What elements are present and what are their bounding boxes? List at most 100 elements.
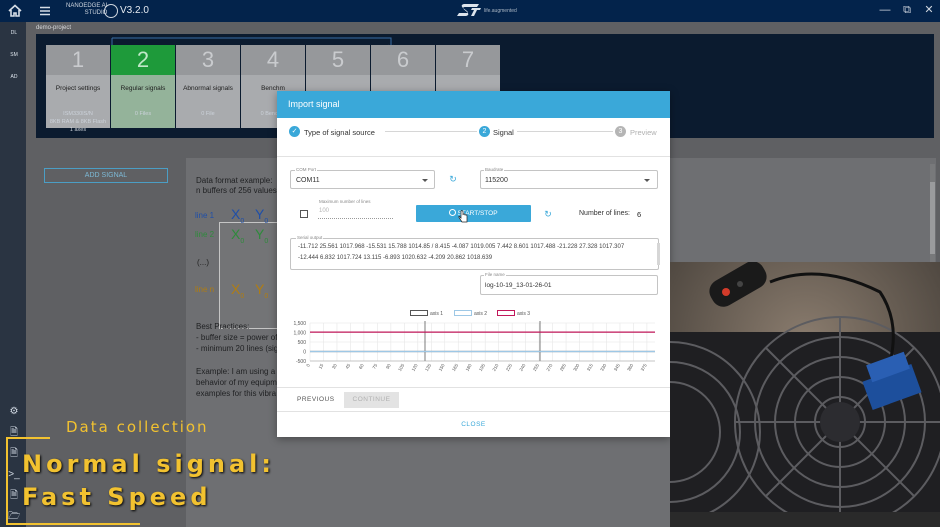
x-symbol: X	[231, 281, 241, 297]
x-tick-label: 120	[411, 363, 419, 372]
step1-axes: 1 axes	[69, 127, 87, 133]
x0-linen: X0	[231, 281, 244, 300]
restore-icon[interactable]: ⧉	[900, 3, 914, 17]
x-tick-label: 315	[586, 363, 594, 372]
x-tick-label: 240	[518, 363, 526, 372]
brand-logo-icon	[104, 4, 118, 18]
subscript: 0	[240, 217, 245, 225]
y-symbol: Y	[255, 281, 265, 297]
x-symbol: X	[231, 206, 241, 222]
app-version: V3.2.0	[120, 5, 149, 16]
x-tick-label: 15	[318, 363, 325, 370]
x-tick-label: 255	[532, 363, 540, 372]
y0-line2: Y0	[255, 226, 268, 245]
panel-scrollbar-thumb[interactable]	[930, 182, 935, 254]
y0-linen: Y0	[255, 281, 268, 300]
x-tick-label: 165	[451, 363, 459, 372]
y-tick-label: 0	[303, 350, 306, 356]
y-tick-label: 1,500	[293, 321, 306, 327]
line-n-label: line n	[195, 285, 215, 294]
x-tick-label: 210	[491, 363, 499, 372]
step-number: 4	[241, 45, 305, 75]
x-symbol: X	[231, 226, 241, 242]
x-tick-label: 30	[331, 363, 338, 370]
best-practice-1: - buffer size = power of	[196, 333, 278, 342]
x-tick-label: 300	[572, 363, 580, 372]
line-1-label: line 1	[195, 211, 215, 220]
step3-files: 0 File	[201, 111, 215, 117]
brand-line2: STUDIO	[84, 10, 108, 16]
hamburger-menu-icon[interactable]	[38, 4, 52, 18]
x-tick-label: 195	[478, 363, 486, 372]
settings-icon[interactable]: ⚙	[8, 406, 20, 418]
step-number: 7	[436, 45, 500, 75]
caption-underline	[6, 523, 140, 525]
x-tick-label: 225	[505, 363, 513, 372]
subscript: 0	[240, 237, 245, 245]
close-window-icon[interactable]: ✕	[922, 3, 936, 17]
rail-tile-sm[interactable]: SM	[8, 50, 20, 61]
import-signal-dialog: Import signal ✓ Type of signal source 2 …	[277, 91, 670, 437]
st-tagline: life.augmented	[484, 8, 517, 14]
x-tick-label: 135	[424, 363, 432, 372]
step-number: 6	[371, 45, 435, 75]
divider	[277, 411, 670, 412]
ellipsis-label: (...)	[197, 258, 209, 267]
line-2-label: line 2	[195, 230, 215, 239]
x0-line2: X0	[231, 226, 244, 245]
app-brand: NANOEDGE AI STUDIO	[66, 3, 107, 17]
caption-line-1: Normal signal:	[22, 450, 275, 478]
step-title: Project settings	[55, 85, 101, 92]
step-number: 2	[111, 45, 175, 75]
subscript: 0	[264, 237, 269, 245]
y-tick-label: 1,000	[293, 331, 306, 337]
add-signal-button[interactable]: ADD SIGNAL	[44, 168, 168, 183]
rail-tile-ad[interactable]: AD	[8, 72, 20, 83]
step-number: 1	[46, 45, 110, 75]
x0-line1: X0	[231, 206, 244, 225]
previous-button[interactable]: PREVIOUS	[297, 396, 335, 403]
y0-line1: Y0	[255, 206, 268, 225]
caption-line-2: Fast Speed	[22, 483, 212, 511]
hardware-photo	[670, 262, 940, 527]
step-number: 5	[306, 45, 370, 75]
fan-and-sensor-illustration	[670, 262, 940, 527]
step-title: Regular signals	[120, 85, 166, 92]
signal-chart: 1,5001,0005000-5000 15 30 45 60 75 90 105 120 135…	[293, 321, 655, 372]
caption-small: Data collection	[66, 418, 209, 436]
y-symbol: Y	[255, 206, 265, 222]
divider	[277, 387, 670, 388]
x-tick-label: 285	[559, 363, 567, 372]
x-tick-label: 0	[305, 363, 311, 368]
x-tick-label: 60	[358, 363, 365, 370]
st-logo-icon	[457, 4, 481, 16]
x-tick-label: 180	[464, 363, 472, 372]
x-tick-label: 270	[545, 363, 553, 372]
minimize-icon[interactable]: —	[878, 3, 892, 17]
subscript: 0	[264, 292, 269, 300]
x-tick-label: 375	[640, 363, 648, 372]
x-tick-label: 360	[626, 363, 634, 372]
example-line-2: behavior of my equipm	[196, 378, 277, 387]
y-tick-label: -500	[296, 359, 306, 365]
step1-sensor: ISM330IS/N	[63, 111, 93, 117]
rail-tile-dl[interactable]: DL	[8, 28, 20, 39]
x-tick-label: 150	[438, 363, 446, 372]
format-title: Data format example:	[196, 176, 273, 185]
best-practices-title: Best Practices:	[196, 322, 250, 331]
x-tick-label: 345	[613, 363, 621, 372]
home-icon[interactable]	[7, 3, 23, 19]
format-subtitle: n buffers of 256 values	[196, 186, 277, 195]
best-practice-2: - minimum 20 lines (sign	[196, 344, 283, 353]
y-symbol: Y	[255, 226, 265, 242]
step1-memory: 8KB RAM & 8KB Flash	[49, 119, 107, 125]
subscript: 0	[240, 292, 245, 300]
x-tick-label: 90	[385, 363, 392, 370]
title-bar: NANOEDGE AI STUDIO V3.2.0 life.augmented…	[0, 0, 940, 22]
x-tick-label: 330	[599, 363, 607, 372]
continue-button[interactable]: CONTINUE	[344, 392, 399, 408]
x-tick-label: 45	[344, 363, 351, 370]
project-name: demo-project	[36, 25, 72, 31]
close-button[interactable]: CLOSE	[277, 421, 670, 428]
x-tick-label: 105	[397, 363, 405, 372]
